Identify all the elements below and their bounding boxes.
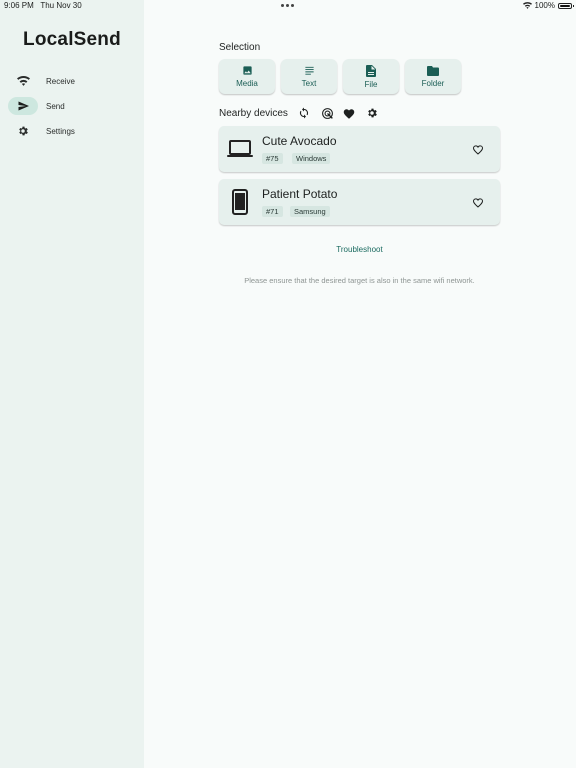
device-card[interactable]: Cute Avocado #75 Windows	[219, 126, 500, 172]
nav-label-receive: Receive	[46, 76, 75, 86]
folder-icon	[427, 65, 439, 76]
text-icon	[304, 66, 314, 75]
file-button-label: File	[364, 79, 378, 89]
device-name: Patient Potato	[262, 187, 338, 201]
scan-icon[interactable]	[320, 106, 334, 120]
nav-item-send[interactable]: Send	[0, 95, 144, 117]
multitasking-dots[interactable]	[281, 4, 294, 7]
app-title: LocalSend	[23, 29, 121, 50]
network-hint: Please ensure that the desired target is…	[244, 276, 475, 285]
favorite-heart-icon[interactable]	[470, 194, 486, 210]
device-name: Cute Avocado	[262, 134, 337, 148]
folder-button-label: Folder	[421, 78, 445, 88]
main-content: Selection Media Text File Folder Nearby …	[144, 0, 576, 768]
favorite-heart-icon[interactable]	[470, 141, 486, 157]
nav-item-receive[interactable]: Receive	[0, 70, 144, 92]
battery-percent: 100%	[534, 1, 555, 10]
settings-icon[interactable]	[365, 106, 379, 120]
wifi-status-icon	[522, 2, 532, 9]
send-icon	[8, 97, 38, 115]
device-id-tag: #71	[262, 206, 283, 217]
battery-icon	[558, 2, 574, 9]
text-button[interactable]: Text	[281, 59, 337, 94]
wifi-icon	[8, 72, 38, 90]
image-icon	[242, 66, 252, 75]
text-button-label: Text	[301, 79, 317, 88]
nav-item-settings[interactable]: Settings	[0, 120, 144, 142]
selection-heading: Selection	[219, 42, 261, 53]
status-time: 9:06 PM Thu Nov 30	[4, 1, 82, 10]
status-right: 100%	[522, 1, 574, 10]
folder-button[interactable]: Folder	[405, 59, 461, 94]
device-platform-tag: Windows	[292, 153, 331, 164]
troubleshoot-button[interactable]: Troubleshoot	[219, 245, 500, 254]
phone-icon	[227, 189, 253, 215]
nav-label-send: Send	[46, 101, 65, 111]
laptop-icon	[227, 136, 253, 162]
nearby-devices-heading: Nearby devices	[219, 108, 288, 119]
status-bar: 9:06 PM Thu Nov 30 100%	[0, 0, 576, 13]
device-platform-tag: Samsung	[290, 206, 330, 217]
gear-icon	[8, 122, 38, 140]
media-button-label: Media	[236, 79, 258, 88]
device-id-tag: #75	[262, 153, 283, 164]
media-button[interactable]: Media	[219, 59, 275, 94]
file-icon	[366, 64, 376, 77]
refresh-icon[interactable]	[297, 106, 311, 120]
sidebar: LocalSend Receive Send Settings	[0, 0, 144, 768]
favorites-icon[interactable]	[342, 106, 356, 120]
device-card[interactable]: Patient Potato #71 Samsung	[219, 179, 500, 225]
file-button[interactable]: File	[343, 59, 399, 94]
nav-label-settings: Settings	[46, 126, 75, 136]
